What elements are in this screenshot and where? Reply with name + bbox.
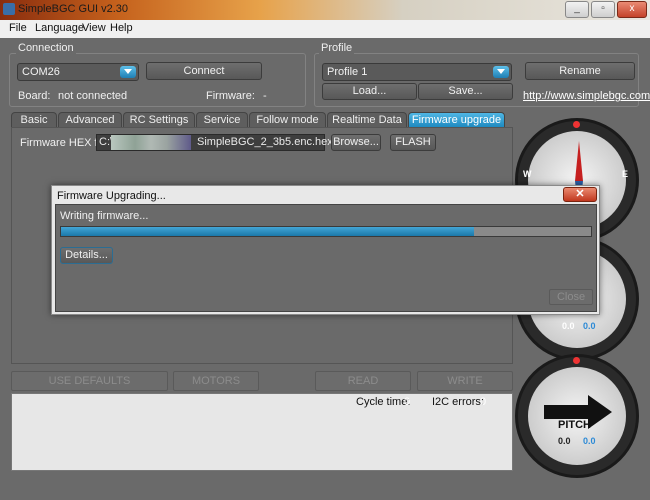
window-title: SimpleBGC GUI v2.30 xyxy=(18,3,129,15)
menu-view[interactable]: View xyxy=(82,22,106,34)
board-value: not connected xyxy=(58,90,128,102)
pitch-label: PITCH xyxy=(558,419,591,431)
app-icon xyxy=(3,3,15,15)
menu-help[interactable]: Help xyxy=(110,22,133,34)
website-link[interactable]: http://www.simplebgc.com xyxy=(523,90,650,102)
profile-select[interactable]: Profile 1 xyxy=(322,63,512,81)
profile-label: Profile xyxy=(319,42,355,54)
chevron-down-icon xyxy=(493,66,509,78)
maximize-button[interactable]: ▫ xyxy=(591,1,615,18)
menu-bar: File Language View Help xyxy=(0,20,650,38)
pitch-marker xyxy=(573,357,580,364)
cycle-time-label: Cycle time: xyxy=(356,396,411,408)
compass-west: W xyxy=(523,169,532,179)
menu-file[interactable]: File xyxy=(9,22,27,34)
window-close-button[interactable]: x xyxy=(617,1,647,18)
use-defaults-button[interactable]: USE DEFAULTS xyxy=(11,371,168,391)
i2c-errors-label: I2C errors: xyxy=(432,396,484,408)
load-button[interactable]: Load... xyxy=(322,83,417,100)
read-button[interactable]: READ xyxy=(315,371,411,391)
connect-button[interactable]: Connect xyxy=(146,62,262,80)
dialog-close-button[interactable]: ✕ xyxy=(563,187,597,202)
hex-file-input[interactable]: C:\ SimpleBGC_2_3b5.enc.hex xyxy=(96,134,333,151)
pitch-left-value: 0.0 xyxy=(558,436,571,446)
write-button[interactable]: WRITE xyxy=(417,371,513,391)
cycle-time-value: 0 xyxy=(404,396,411,408)
flash-button[interactable]: FLASH xyxy=(390,134,436,151)
pitch-gauge: PITCH 0.0 0.0 xyxy=(515,354,639,478)
compass-needle-north xyxy=(575,141,583,181)
port-select[interactable]: COM26 xyxy=(17,63,139,81)
dialog-close-action[interactable]: Close xyxy=(549,289,593,305)
roll-right-value: 0.0 xyxy=(583,321,596,331)
i2c-errors-value: 0 xyxy=(480,396,487,408)
menu-language[interactable]: Language xyxy=(35,22,84,34)
details-button[interactable]: Details... xyxy=(60,247,113,264)
compass-marker xyxy=(573,121,580,128)
path-redacted-block xyxy=(111,135,191,150)
browse-button[interactable]: Browse... xyxy=(331,134,381,151)
progress-bar xyxy=(60,226,592,237)
pitch-right-value: 0.0 xyxy=(583,436,596,446)
tab-basic[interactable]: Basic xyxy=(11,112,57,128)
roll-left-value: 0.0 xyxy=(562,321,575,331)
port-value: COM26 xyxy=(22,66,60,78)
chevron-down-icon xyxy=(120,66,136,78)
tab-realtime-data[interactable]: Realtime Data xyxy=(327,112,407,128)
tab-advanced[interactable]: Advanced xyxy=(58,112,122,128)
board-label: Board: xyxy=(18,90,51,102)
firmware-value: - xyxy=(263,90,267,102)
minimize-button[interactable]: _ xyxy=(565,1,589,18)
tab-rc-settings[interactable]: RC Settings xyxy=(123,112,195,128)
progress-fill xyxy=(61,227,475,236)
motors-on-off-button[interactable]: MOTORS ON/OFF xyxy=(173,371,259,405)
tab-firmware-upgrade[interactable]: Firmware upgrade xyxy=(408,112,505,128)
connection-label: Connection xyxy=(16,42,76,54)
firmware-label: Firmware: xyxy=(206,90,255,102)
dialog-title: Firmware Upgrading... xyxy=(57,190,166,202)
save-button[interactable]: Save... xyxy=(418,83,513,100)
dialog-status: Writing firmware... xyxy=(60,210,149,222)
profile-value: Profile 1 xyxy=(327,66,368,78)
tab-follow-mode[interactable]: Follow mode xyxy=(249,112,326,128)
filename: SimpleBGC_2_3b5.enc.hex xyxy=(197,136,333,148)
tab-service[interactable]: Service xyxy=(196,112,248,128)
rename-button[interactable]: Rename xyxy=(525,62,635,80)
compass-east: E xyxy=(622,169,629,179)
